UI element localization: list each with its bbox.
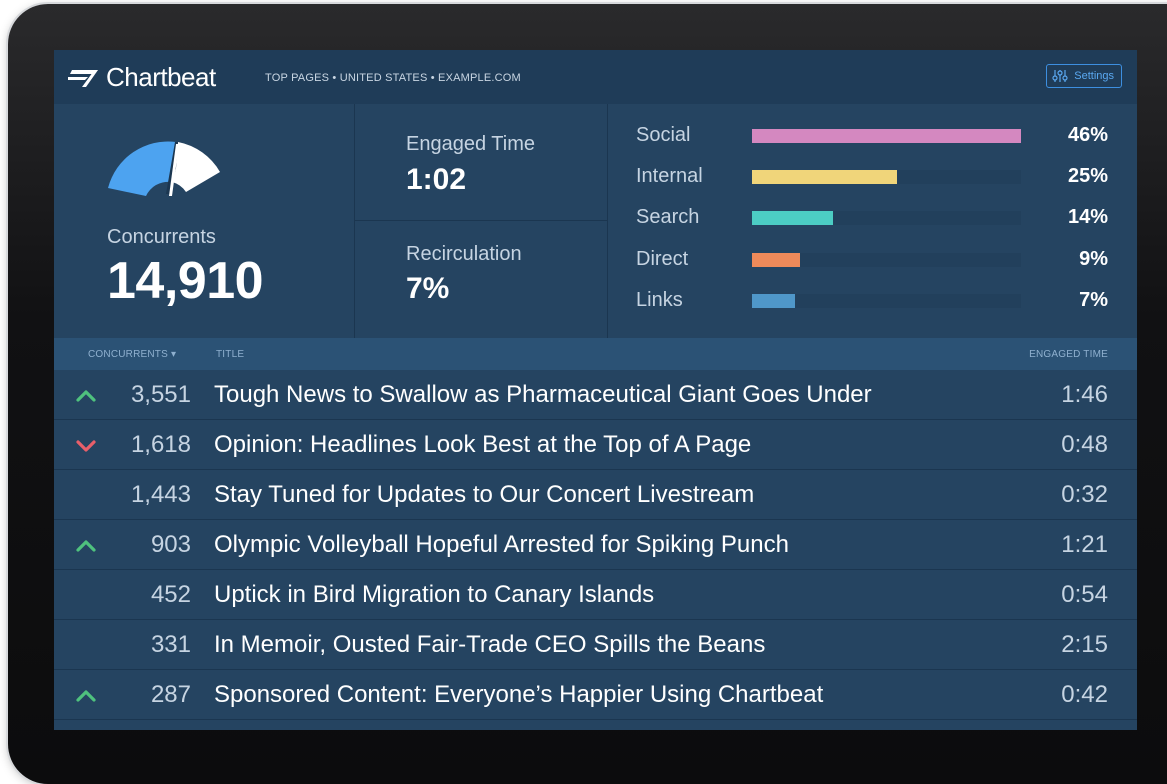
trend-icon xyxy=(76,589,96,603)
table-row[interactable]: 331 In Memoir, Ousted Fair-Trade CEO Spi… xyxy=(54,620,1137,670)
row-concurrents: 1,618 xyxy=(130,431,191,458)
source-bar-track xyxy=(752,211,1021,225)
title-header[interactable]: TITLE xyxy=(216,349,244,360)
row-title[interactable]: In Memoir, Ousted Fair-Trade CEO Spills … xyxy=(214,631,765,659)
table-row[interactable]: 1,443 Stay Tuned for Updates to Our Conc… xyxy=(54,470,1137,520)
table-row[interactable]: 3,551 Tough News to Swallow as Pharmaceu… xyxy=(54,370,1137,420)
source-bar-fill xyxy=(752,253,801,267)
row-concurrents: 287 xyxy=(150,681,191,708)
table-row[interactable]: 1,618 Opinion: Headlines Look Best at th… xyxy=(54,420,1137,470)
recirculation-label: Recirculation xyxy=(406,243,522,265)
row-concurrents: 1,443 xyxy=(130,481,191,508)
source-bar-track xyxy=(752,170,1021,184)
chartbeat-logo[interactable]: Chartbeat xyxy=(68,62,216,92)
source-percent: 46% xyxy=(1067,124,1108,146)
source-percent: 25% xyxy=(1067,165,1108,187)
source-bar-fill xyxy=(752,170,898,184)
engaged-time-panel: Engaged Time 1:02 xyxy=(355,104,607,221)
row-engaged-time: 0:32 xyxy=(1061,481,1108,508)
recirculation-value: 7% xyxy=(406,272,450,305)
sort-concurrents-header[interactable]: CONCURRENTS ▾ xyxy=(88,349,176,360)
concurrents-gauge xyxy=(108,141,220,196)
table-row[interactable]: 287 Sponsored Content: Everyone’s Happie… xyxy=(54,670,1137,720)
trend-icon xyxy=(76,639,96,653)
source-percent: 7% xyxy=(1079,289,1108,311)
source-label: Internal xyxy=(636,165,703,187)
top-pages-list: 3,551 Tough News to Swallow as Pharmaceu… xyxy=(54,370,1137,720)
recirculation-panel: Recirculation 7% xyxy=(355,221,607,338)
source-percent: 14% xyxy=(1067,206,1108,228)
chartbeat-logo-icon xyxy=(68,70,98,87)
source-bar-track xyxy=(752,294,1021,308)
source-row-internal[interactable]: Internal 25% xyxy=(608,161,1137,191)
row-title[interactable]: Opinion: Headlines Look Best at the Top … xyxy=(214,431,751,459)
chevron-up-icon xyxy=(76,689,96,703)
source-percent: 9% xyxy=(1079,248,1108,270)
table-row[interactable]: 903 Olympic Volleyball Hopeful Arrested … xyxy=(54,520,1137,570)
table-row[interactable]: 452 Uptick in Bird Migration to Canary I… xyxy=(54,570,1137,620)
row-engaged-time: 0:42 xyxy=(1061,681,1108,708)
source-label: Search xyxy=(636,206,700,228)
row-engaged-time: 1:46 xyxy=(1061,381,1108,408)
source-bar-track xyxy=(752,253,1021,267)
table-header: CONCURRENTS ▾ TITLE ENGAGED TIME xyxy=(54,338,1137,370)
row-title[interactable]: Stay Tuned for Updates to Our Concert Li… xyxy=(214,481,754,509)
traffic-sources-panel: Social 46% Internal 25% Search 14% Direc… xyxy=(608,104,1137,338)
top-bar: Chartbeat TOP PAGES • UNITED STATES • EX… xyxy=(54,50,1137,104)
concurrents-value: 14,910 xyxy=(107,252,264,310)
row-concurrents: 331 xyxy=(150,631,191,658)
stats-section: Concurrents 14,910 Engaged Time 1:02 Rec… xyxy=(54,104,1137,338)
source-label: Social xyxy=(636,124,691,146)
settings-button[interactable]: Settings xyxy=(1046,64,1122,88)
source-row-direct[interactable]: Direct 9% xyxy=(608,244,1137,274)
row-concurrents: 3,551 xyxy=(130,381,191,408)
source-bar-track xyxy=(752,129,1021,143)
row-concurrents: 452 xyxy=(150,581,191,608)
concurrents-panel: Concurrents 14,910 xyxy=(54,104,354,338)
source-bar-fill xyxy=(752,211,833,225)
source-label: Links xyxy=(636,289,683,311)
source-row-search[interactable]: Search 14% xyxy=(608,202,1137,232)
engaged-time-header[interactable]: ENGAGED TIME xyxy=(1029,349,1108,360)
trend-icon xyxy=(76,489,96,503)
settings-label: Settings xyxy=(1074,70,1114,82)
source-row-links[interactable]: Links 7% xyxy=(608,285,1137,315)
source-bar-fill xyxy=(752,129,1021,143)
source-bar-fill xyxy=(752,294,796,308)
breadcrumb: TOP PAGES • UNITED STATES • EXAMPLE.COM xyxy=(265,72,521,84)
concurrents-label: Concurrents xyxy=(107,226,216,248)
row-engaged-time: 2:15 xyxy=(1061,631,1108,658)
row-engaged-time: 0:48 xyxy=(1061,431,1108,458)
row-concurrents: 903 xyxy=(150,531,191,558)
row-title[interactable]: Sponsored Content: Everyone’s Happier Us… xyxy=(214,681,823,709)
row-engaged-time: 1:21 xyxy=(1061,531,1108,558)
sliders-icon xyxy=(1052,70,1068,82)
row-title[interactable]: Olympic Volleyball Hopeful Arrested for … xyxy=(214,531,789,559)
chevron-up-icon xyxy=(76,389,96,403)
chevron-down-icon xyxy=(76,439,96,453)
dashboard-screen: Chartbeat TOP PAGES • UNITED STATES • EX… xyxy=(54,50,1137,730)
source-label: Direct xyxy=(636,248,689,270)
engaged-time-value: 1:02 xyxy=(406,163,467,196)
row-title[interactable]: Tough News to Swallow as Pharmaceutical … xyxy=(214,381,872,409)
chevron-up-icon xyxy=(76,539,96,553)
source-row-social[interactable]: Social 46% xyxy=(608,120,1137,150)
row-title[interactable]: Uptick in Bird Migration to Canary Islan… xyxy=(214,581,654,609)
engaged-time-label: Engaged Time xyxy=(406,133,535,155)
brand-name: Chartbeat xyxy=(106,61,216,92)
row-engaged-time: 0:54 xyxy=(1061,581,1108,608)
